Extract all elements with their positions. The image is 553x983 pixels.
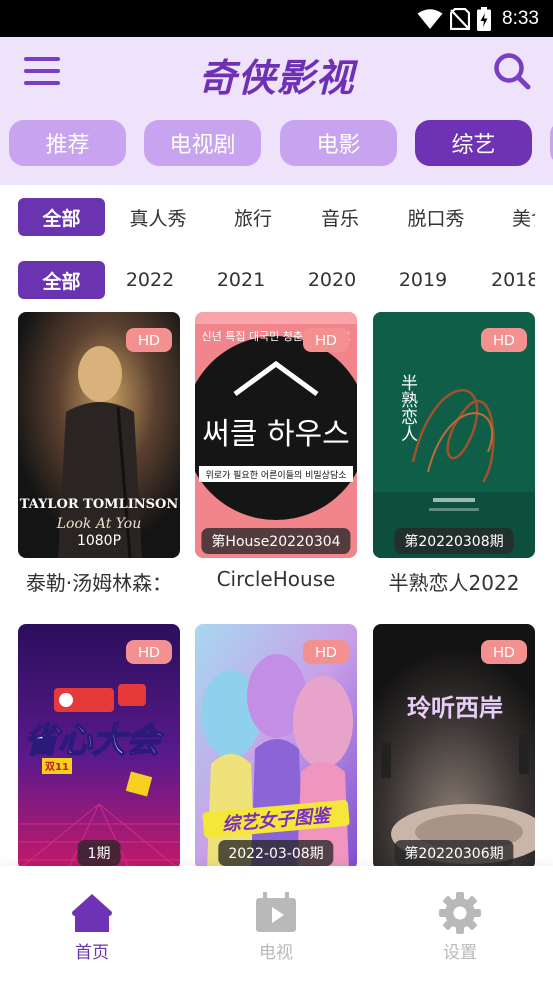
year-chip-2019[interactable]: 2019 — [395, 261, 451, 299]
nav-label: 电视 — [259, 943, 293, 963]
year-chip-all[interactable]: 全部 — [18, 261, 105, 299]
genre-filter-row: 全部 真人秀 旅行 音乐 脱口秀 美食 — [0, 198, 553, 238]
year-chip-2018[interactable]: 2018 — [491, 261, 535, 299]
year-chip-2021[interactable]: 2021 — [213, 261, 269, 299]
poster-image[interactable]: 玲听西岸 HD 第20220306期 — [373, 624, 535, 870]
nav-label: 首页 — [75, 943, 109, 963]
hd-badge: HD — [303, 640, 349, 664]
poster-image[interactable]: 省心大会 双11 HD 1期 — [18, 624, 180, 870]
channel-tabs: 推荐 电视剧 电影 综艺 — [0, 120, 553, 168]
no-sim-icon — [450, 7, 471, 30]
app-screen: 8:33 奇侠影视 推荐 电视剧 电影 综艺 全部 真人秀 旅行 音乐 脱口秀 … — [0, 0, 553, 983]
card-title: 半熟恋人2022 — [388, 571, 520, 595]
genre-chip-reality[interactable]: 真人秀 — [120, 198, 196, 236]
episode-label: 第20220308期 — [394, 528, 514, 554]
episode-label: 第20220306期 — [394, 840, 514, 866]
year-chip-2022[interactable]: 2022 — [122, 261, 178, 299]
genre-chip-music[interactable]: 音乐 — [312, 198, 368, 236]
nav-settings[interactable]: 设置 — [368, 866, 552, 983]
settings-icon — [439, 892, 481, 934]
poster-image[interactable]: 综艺女子图鉴 HD 2022-03-08期 — [195, 624, 357, 870]
search-icon[interactable] — [492, 51, 532, 91]
year-chip-2020[interactable]: 2020 — [304, 261, 360, 299]
episode-label: 2022-03-08期 — [218, 840, 334, 866]
wifi-icon — [417, 8, 443, 29]
hd-badge: HD — [481, 328, 527, 352]
nav-home[interactable]: 首页 — [0, 866, 184, 983]
hd-badge: HD — [481, 640, 527, 664]
home-icon — [72, 894, 112, 932]
genre-chip-talk-show[interactable]: 脱口秀 — [398, 198, 474, 236]
episode-label: 1080P — [76, 533, 122, 549]
status-time: 8:33 — [502, 7, 539, 29]
tab-movies[interactable]: 电影 — [280, 120, 397, 166]
card-title: CircleHouse — [216, 567, 336, 591]
nav-label: 设置 — [443, 943, 477, 963]
card-title: 泰勒·汤姆林森： — [25, 571, 173, 595]
genre-chip-food[interactable]: 美食 — [512, 198, 535, 236]
poster-image[interactable]: 신년 특집 대국민 청춘 상담 프로 써클 하우스 위로가 필요한 어른이들의 … — [195, 312, 357, 558]
tab-variety[interactable]: 综艺 — [415, 120, 532, 166]
poster-title: 半熟恋人 — [397, 374, 418, 442]
poster-title: 玲听西岸 — [407, 694, 503, 722]
tab-recommend[interactable]: 推荐 — [9, 120, 126, 166]
battery-charging-icon — [477, 6, 492, 31]
status-icons: 8:33 — [417, 6, 539, 31]
year-filter-row: 全部 2022 2021 2020 2019 2018 — [0, 261, 553, 301]
poster-subtitle: 위로가 필요한 어른이들의 비밀상담소 — [205, 469, 346, 481]
tv-icon — [256, 892, 296, 932]
episode-label: 1期 — [77, 840, 121, 866]
hd-badge: HD — [126, 328, 172, 352]
poster-image[interactable]: 半熟恋人 HD 第20220308期 — [373, 312, 535, 558]
hd-badge: HD — [303, 328, 349, 352]
tab-tv-series[interactable]: 电视剧 — [144, 120, 261, 166]
bottom-nav: 首页 电视 设置 — [0, 866, 553, 983]
episode-label: 第House20220304 — [201, 528, 351, 554]
poster-title: 省心大会 — [24, 721, 165, 761]
poster-subtitle: 双11 — [45, 761, 69, 773]
nav-tv[interactable]: 电视 — [184, 866, 368, 983]
app-header: 奇侠影视 推荐 电视剧 电影 综艺 — [0, 37, 553, 185]
poster-image[interactable]: TAYLOR TOMLINSON Look At You HD 1080P — [18, 312, 180, 558]
poster-title: TAYLOR TOMLINSON — [20, 497, 179, 512]
poster-title: 써클 하우스 — [202, 417, 350, 452]
hd-badge: HD — [126, 640, 172, 664]
status-bar: 8:33 — [0, 0, 553, 37]
genre-chip-travel[interactable]: 旅行 — [225, 198, 281, 236]
app-title: 奇侠影视 — [198, 55, 355, 100]
genre-chip-all[interactable]: 全部 — [18, 198, 105, 236]
